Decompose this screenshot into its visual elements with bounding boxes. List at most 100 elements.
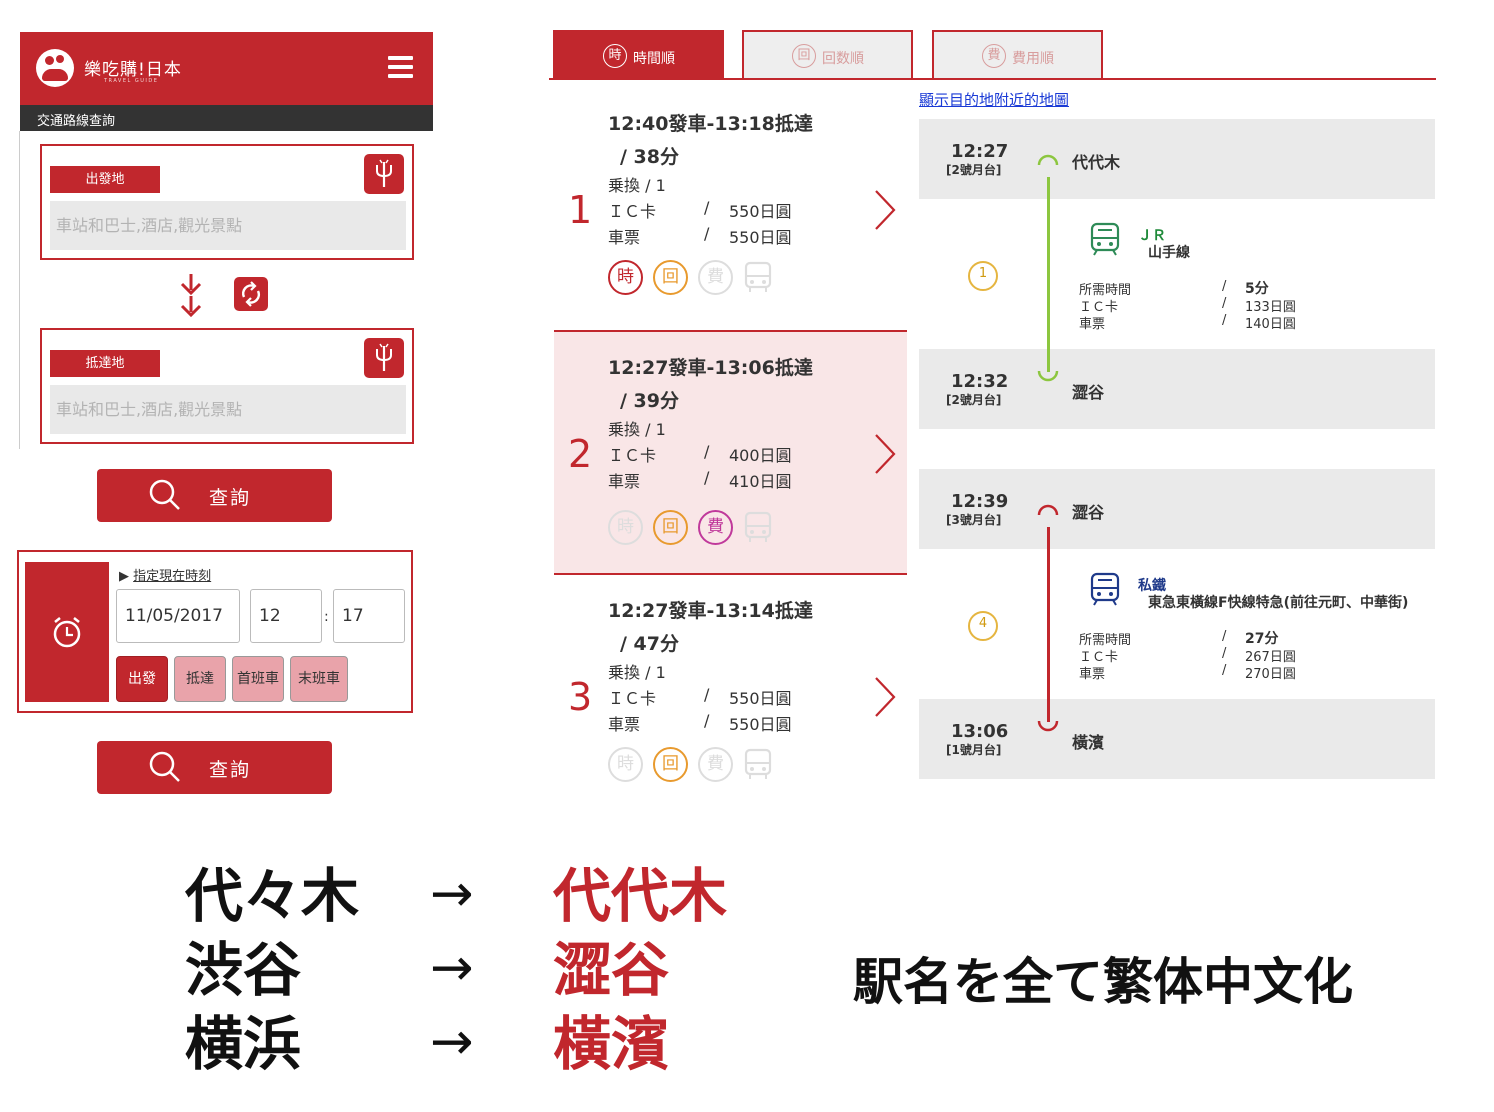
annotation-arrow-1: → bbox=[430, 864, 474, 924]
stop-count-badge[interactable]: 1 bbox=[968, 261, 998, 291]
chevron-right-icon bbox=[875, 190, 896, 230]
route-ticket-label: 車票 bbox=[608, 472, 641, 491]
arrival-input[interactable] bbox=[50, 385, 406, 434]
route-time: 12:40發車-13:18抵達 bbox=[608, 113, 813, 135]
route-ic-price: 550日圓 bbox=[729, 689, 792, 708]
time-colon: : bbox=[324, 609, 329, 625]
page-title: 交通路線查詢 bbox=[20, 105, 433, 131]
route-ic-price: 550日圓 bbox=[729, 202, 792, 221]
separator: / bbox=[1222, 663, 1227, 678]
stop-count-badge[interactable]: 4 bbox=[968, 611, 998, 641]
search-button[interactable]: 查詢 bbox=[97, 469, 332, 522]
separator: / bbox=[1222, 313, 1227, 328]
route-card[interactable]: 3 12:27發車-13:14抵達/ 47分 乗換 / 1 ＩＣ卡/550日圓 車票/5… bbox=[554, 577, 907, 822]
app-header: 樂吃購!日本 TRAVEL GUIDE bbox=[20, 32, 433, 105]
fare-badge-icon: 費 bbox=[982, 44, 1006, 68]
route-time: 12:27發車-13:06抵達 bbox=[608, 357, 813, 379]
tab-sort-transfers[interactable]: 回 回数順 bbox=[742, 30, 913, 78]
date-input[interactable]: 11/05/2017 bbox=[116, 589, 240, 643]
tab-sort-fare[interactable]: 費 費用順 bbox=[932, 30, 1103, 78]
stop-time: 12:39 bbox=[951, 491, 1009, 512]
route-ticket-price: 550日圓 bbox=[729, 715, 792, 734]
ticket-label: 車票 bbox=[1079, 667, 1106, 682]
route-ic-label: ＩＣ卡 bbox=[608, 689, 657, 708]
route-separator: / bbox=[704, 224, 710, 243]
annotation-tw-1: 代代木 bbox=[553, 862, 728, 930]
transfer-badge-icon: 回 bbox=[792, 44, 816, 68]
station-node-icon bbox=[1037, 504, 1059, 516]
separator: / bbox=[1222, 279, 1227, 294]
tab-label: 費用順 bbox=[1012, 51, 1054, 67]
tab-label: 時間順 bbox=[633, 51, 675, 67]
swap-stations-button[interactable] bbox=[234, 277, 268, 311]
direction-down-arrows-icon bbox=[180, 274, 202, 318]
stop-platform: [2號月台] bbox=[946, 393, 1002, 407]
search-button-label: 查詢 bbox=[209, 759, 252, 781]
route-duration: / 47分 bbox=[620, 633, 679, 655]
duration-value: 27分 bbox=[1245, 631, 1279, 647]
cheapest-badge-icon: 費 bbox=[698, 260, 733, 295]
route-number: 1 bbox=[568, 188, 593, 232]
location-pin-icon bbox=[376, 159, 392, 187]
route-separator: / bbox=[704, 685, 710, 704]
hamburger-menu-icon[interactable] bbox=[388, 56, 413, 78]
chevron-right-icon bbox=[875, 434, 896, 474]
bus-icon bbox=[742, 510, 774, 548]
route-rail bbox=[1047, 177, 1050, 372]
tab-underline bbox=[549, 78, 1436, 80]
timeline-stop: 12:39 [3號月台] 澀谷 bbox=[919, 469, 1435, 549]
route-ticket-label: 車票 bbox=[608, 715, 641, 734]
search-icon bbox=[149, 751, 180, 782]
separator: / bbox=[1222, 646, 1227, 661]
timeline-stop: 13:06 [1號月台] 橫濱 bbox=[919, 699, 1435, 779]
stop-time: 12:32 bbox=[951, 371, 1009, 392]
stop-name: 澀谷 bbox=[1072, 503, 1105, 522]
route-card[interactable]: 2 12:27發車-13:06抵達 / 39分 乗換 / 1 ＩＣ卡 / 400日圓 車票 / 4… bbox=[554, 330, 907, 575]
tab-sort-time[interactable]: 時 時間順 bbox=[553, 30, 724, 78]
route-rail bbox=[1047, 527, 1050, 722]
fastest-badge-icon: 時 bbox=[608, 747, 643, 782]
destination-map-link[interactable]: 顯示目的地附近的地圖 bbox=[919, 89, 1069, 110]
timeline-stop: 12:32 [2號月台] 澀谷 bbox=[919, 349, 1435, 429]
logo-icon bbox=[36, 49, 74, 87]
route-separator: / bbox=[704, 198, 710, 217]
route-duration: / 38分 bbox=[620, 146, 679, 168]
route-separator: / bbox=[704, 442, 710, 461]
timeline-stop: 12:27 [2號月台] 代代木 bbox=[919, 119, 1435, 199]
time-settings-group: ▶ 指定現在時刻 11/05/2017 12 : 17 出發 抵達 首班車 末班… bbox=[17, 550, 413, 713]
search-button-label: 查詢 bbox=[209, 487, 252, 509]
arrival-location-button[interactable] bbox=[364, 338, 404, 378]
fewest-transfers-badge-icon: 回 bbox=[653, 747, 688, 782]
departure-input[interactable] bbox=[50, 201, 406, 250]
search-button-secondary[interactable]: 查詢 bbox=[97, 741, 332, 794]
annotation-jp-2: 渋谷 bbox=[185, 936, 302, 1004]
train-icon bbox=[1090, 222, 1120, 256]
cheapest-badge-icon: 費 bbox=[698, 510, 733, 545]
fewest-transfers-badge-icon: 回 bbox=[653, 510, 688, 545]
arrival-label: 抵達地 bbox=[50, 350, 160, 377]
chevron-right-icon bbox=[875, 677, 896, 717]
mode-last-train-button[interactable]: 末班車 bbox=[290, 656, 348, 702]
stop-platform: [1號月台] bbox=[946, 743, 1002, 757]
alarm-clock-icon bbox=[53, 617, 81, 648]
tab-label: 回数順 bbox=[822, 51, 864, 67]
route-time: 12:27發車-13:14抵達 bbox=[608, 600, 813, 622]
hour-input[interactable]: 12 bbox=[250, 589, 322, 643]
stop-name: 橫濱 bbox=[1072, 733, 1105, 752]
route-card[interactable]: 1 12:40發車-13:18抵達/ 38分 乗換 / 1 ＩＣ卡/550日圓 車票/5… bbox=[554, 90, 907, 335]
bus-icon bbox=[742, 260, 774, 298]
brand-subtitle: TRAVEL GUIDE bbox=[104, 78, 159, 84]
mode-depart-button[interactable]: 出發 bbox=[116, 656, 168, 702]
route-ticket-price: 550日圓 bbox=[729, 228, 792, 247]
specify-current-time-link[interactable]: ▶ 指定現在時刻 bbox=[119, 565, 211, 584]
panel-border bbox=[19, 131, 20, 449]
stop-name: 代代木 bbox=[1072, 153, 1121, 172]
departure-location-button[interactable] bbox=[364, 154, 404, 194]
mode-arrive-button[interactable]: 抵達 bbox=[174, 656, 226, 702]
fastest-badge-icon: 時 bbox=[608, 260, 643, 295]
route-duration: / 39分 bbox=[620, 390, 679, 412]
minute-input[interactable]: 17 bbox=[333, 589, 405, 643]
departure-label: 出發地 bbox=[50, 166, 160, 193]
mode-first-train-button[interactable]: 首班車 bbox=[232, 656, 284, 702]
train-icon bbox=[1090, 572, 1120, 606]
